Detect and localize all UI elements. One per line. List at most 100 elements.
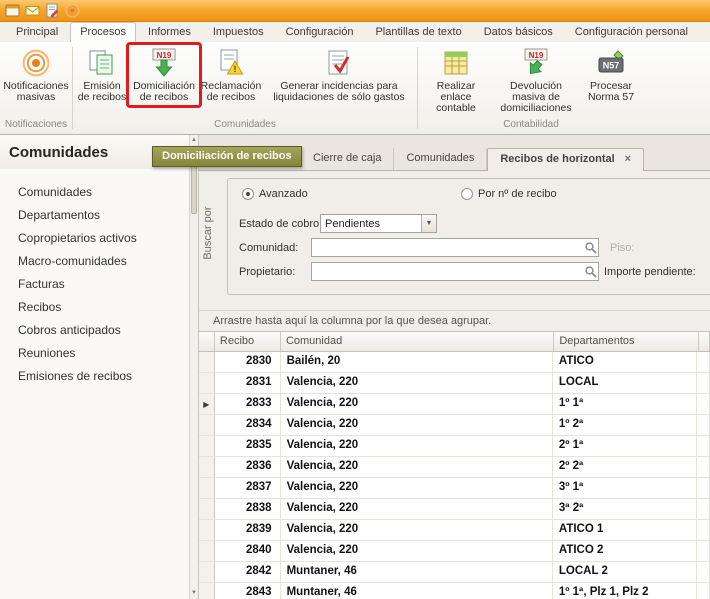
procesar-norma57-button[interactable]: N57 Procesar Norma 57 — [581, 44, 641, 103]
search-icon[interactable] — [583, 241, 598, 254]
cell-partial — [697, 373, 710, 393]
ribbon-tab-configuracion[interactable]: Configuración — [276, 22, 364, 42]
cell-recibo: 2843 — [215, 583, 281, 599]
table-row[interactable]: 2842 Muntaner, 46 LOCAL 2 — [199, 562, 710, 583]
scroll-down-icon[interactable]: ▼ — [190, 588, 198, 599]
ribbon-tab-impuestos[interactable]: Impuestos — [203, 22, 274, 42]
generar-incidencias-button[interactable]: Generar incidencias para liquidaciones d… — [264, 44, 414, 103]
radio-selected-icon — [242, 188, 254, 200]
accounting-table-icon — [441, 47, 471, 79]
scroll-up-icon[interactable]: ▲ — [190, 135, 198, 146]
sidebar-item-emisiones-de-recibos[interactable]: Emisiones de recibos — [0, 365, 189, 388]
ribbon-group-label: Contabilidad — [420, 118, 642, 133]
ribbon-divider — [417, 47, 418, 129]
cell-departamentos: 2º 2ª — [553, 457, 697, 477]
ribbon-tab-procesos[interactable]: Procesos — [70, 22, 136, 42]
comunidad-label: Comunidad: — [239, 242, 298, 254]
table-row[interactable]: 2839 Valencia, 220 ATICO 1 — [199, 520, 710, 541]
table-row[interactable]: 2837 Valencia, 220 3º 1ª — [199, 478, 710, 499]
reclamacion-recibos-button[interactable]: ! Reclamación de recibos — [200, 44, 262, 103]
app-icon[interactable] — [5, 3, 20, 18]
devolucion-masiva-button[interactable]: N19 Devolución masiva de domiciliaciones — [493, 44, 579, 114]
cell-partial — [697, 499, 710, 519]
search-groupbox: Avanzado Por nº de recibo Estado de cobr… — [227, 178, 710, 295]
table-row[interactable]: 2840 Valencia, 220 ATICO 2 — [199, 541, 710, 562]
cell-recibo: 2831 — [215, 373, 281, 393]
scrollbar-track[interactable] — [190, 214, 198, 588]
table-row[interactable]: 2834 Valencia, 220 1º 2ª — [199, 415, 710, 436]
chevron-down-icon: ▼ — [421, 215, 436, 232]
ribbon-tab-principal[interactable]: Principal — [6, 22, 68, 42]
radio-label: Avanzado — [259, 188, 308, 200]
vertical-scrollbar[interactable]: ▲ ▼ — [190, 135, 199, 599]
sidebar-item-departamentos[interactable]: Departamentos — [0, 204, 189, 227]
doc-tab-comunidades[interactable]: Comunidades — [394, 148, 487, 170]
app-window: Principal Procesos Informes Impuestos Co… — [0, 0, 710, 599]
column-header-departamentos[interactable]: Departamentos — [554, 332, 699, 351]
ribbon-tab-configuracion-personal[interactable]: Configuración personal — [565, 22, 698, 42]
cell-departamentos: LOCAL — [553, 373, 697, 393]
propietario-input[interactable] — [312, 266, 583, 278]
search-icon[interactable] — [583, 265, 598, 278]
button-label: Devolución masiva de domiciliaciones — [494, 81, 578, 114]
ribbon-group-label: Notificaciones — [2, 118, 70, 133]
table-row[interactable]: 2831 Valencia, 220 LOCAL — [199, 373, 710, 394]
sidebar-item-reuniones[interactable]: Reuniones — [0, 342, 189, 365]
notificaciones-masivas-button[interactable]: Notificaciones masivas — [3, 44, 69, 103]
cell-partial — [697, 478, 710, 498]
estado-de-cobro-select[interactable]: Pendientes ▼ — [320, 214, 437, 233]
edit-report-icon[interactable] — [45, 3, 60, 18]
table-row[interactable]: 2835 Valencia, 220 2º 1ª — [199, 436, 710, 457]
radio-avanzado[interactable]: Avanzado — [242, 188, 308, 200]
sidebar-item-comunidades[interactable]: Comunidades — [0, 181, 189, 204]
mail-icon[interactable] — [25, 3, 40, 18]
cell-comunidad: Valencia, 220 — [281, 394, 553, 414]
sidebar-item-macro-comunidades[interactable]: Macro-comunidades — [0, 250, 189, 273]
doc-tab-recibos-de-horizontal[interactable]: Recibos de horizontal × — [487, 148, 644, 171]
sidebar-item-copropietarios-activos[interactable]: Copropietarios activos — [0, 227, 189, 250]
table-row[interactable]: 2838 Valencia, 220 3ª 2ª — [199, 499, 710, 520]
column-header-comunidad[interactable]: Comunidad — [281, 332, 554, 351]
table-row-selected[interactable]: ▶ 2833 Valencia, 220 1º 1ª — [199, 394, 710, 415]
doc-tab-label: Comunidades — [406, 152, 474, 164]
row-selector-cell — [199, 520, 215, 540]
table-row[interactable]: 2836 Valencia, 220 2º 2ª — [199, 457, 710, 478]
search-panel-label: Buscar por — [202, 195, 216, 271]
doc-tab-cierre-de-caja[interactable]: Cierre de caja — [301, 148, 394, 170]
realizar-enlace-contable-button[interactable]: Realizar enlace contable — [421, 44, 491, 114]
doc-tab-label: Recibos de horizontal — [500, 153, 614, 165]
sidebar-item-facturas[interactable]: Facturas — [0, 273, 189, 296]
radio-por-numero-recibo[interactable]: Por nº de recibo — [461, 188, 557, 200]
cell-departamentos: ATICO 2 — [553, 541, 697, 561]
receipts-sheet-icon — [87, 47, 117, 79]
close-tab-icon[interactable]: × — [625, 153, 631, 165]
ribbon-tab-datos-basicos[interactable]: Datos básicos — [474, 22, 563, 42]
main-area: Cierre de caja Comunidades Recibos de ho… — [199, 135, 710, 599]
cell-recibo: 2836 — [215, 457, 281, 477]
button-label: Emisión de recibos — [77, 81, 127, 103]
sidebar-item-recibos[interactable]: Recibos — [0, 296, 189, 319]
cell-comunidad: Valencia, 220 — [281, 373, 553, 393]
ribbon-tab-plantillas[interactable]: Plantillas de texto — [365, 22, 471, 42]
domiciliacion-recibos-button[interactable]: N19 Domiciliación de recibos — [130, 44, 198, 103]
cell-comunidad: Valencia, 220 — [281, 415, 553, 435]
radio-label: Por nº de recibo — [478, 188, 557, 200]
cell-comunidad: Valencia, 220 — [281, 478, 553, 498]
emision-recibos-button[interactable]: Emisión de recibos — [76, 44, 128, 103]
propietario-label: Propietario: — [239, 266, 295, 278]
column-header-recibo[interactable]: Recibo — [215, 332, 281, 351]
broadcast-icon[interactable] — [65, 3, 80, 18]
cell-partial — [697, 457, 710, 477]
cell-partial — [697, 520, 710, 540]
group-by-drop-area[interactable]: Arrastre hasta aquí la columna por la qu… — [199, 310, 710, 332]
table-row[interactable]: 2830 Bailén, 20 ATICO — [199, 352, 710, 373]
sidebar-item-cobros-anticipados[interactable]: Cobros anticipados — [0, 319, 189, 342]
grid-header-row: Recibo Comunidad Departamentos — [199, 332, 710, 352]
ribbon-tab-informes[interactable]: Informes — [138, 22, 201, 42]
cell-recibo: 2830 — [215, 352, 281, 372]
button-label: Domiciliación de recibos — [131, 81, 197, 103]
cell-recibo: 2838 — [215, 499, 281, 519]
table-row[interactable]: 2843 Muntaner, 46 1º 1ª, Plz 1, Plz 2 — [199, 583, 710, 599]
cell-comunidad: Valencia, 220 — [281, 457, 553, 477]
comunidad-input[interactable] — [312, 242, 583, 254]
